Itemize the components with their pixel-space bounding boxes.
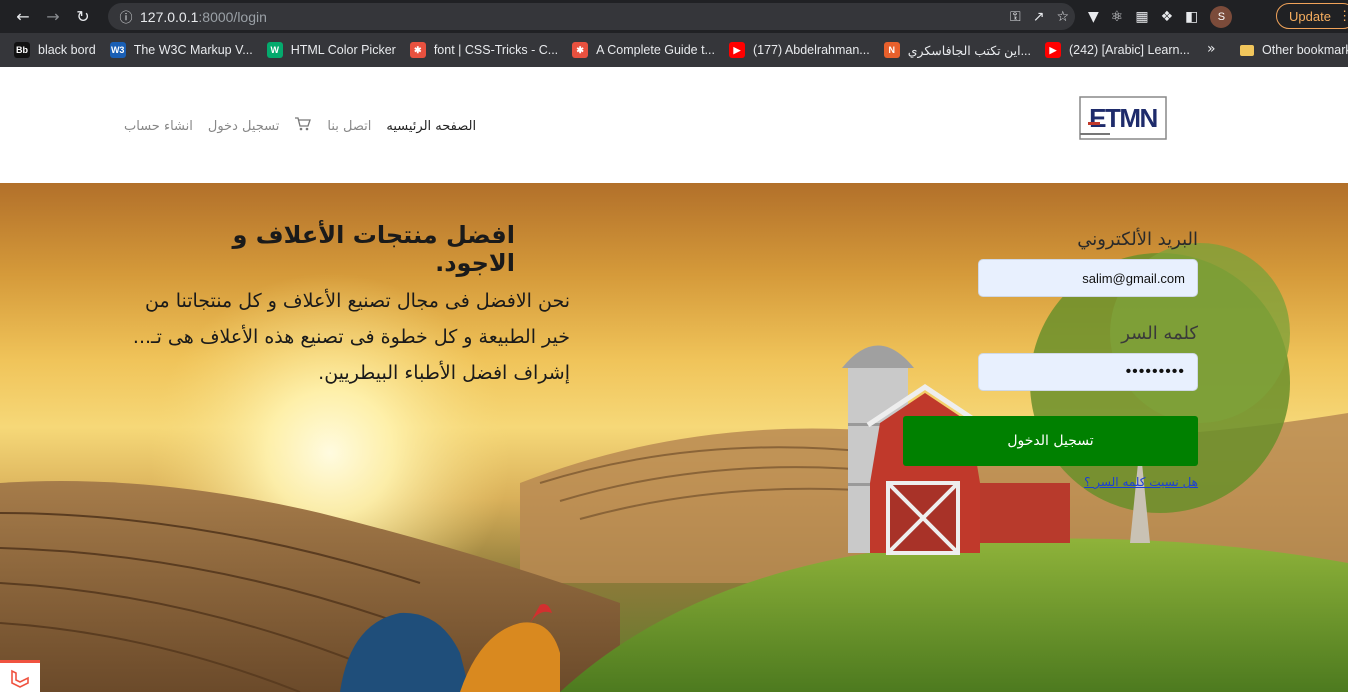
login-submit-button[interactable]: تسجيل الدخول [903,416,1198,466]
vuejs-extension-icon[interactable]: ▼ [1088,9,1099,25]
main-nav: انشاء حساب تسجيل دخول اتصل بنا الصفحه ال… [124,116,476,136]
bookmark-label: The W3C Markup V... [133,43,253,57]
password-label: كلمه السر [1121,323,1198,344]
url-path: :8000/login [198,8,267,25]
bookmark-label: اين تكتب الجافاسكري... [907,43,1031,58]
bookmark-item[interactable]: W3 The W3C Markup V... [109,42,253,58]
menu-dots-icon: ⋮ [1338,8,1348,23]
site-header: انشاء حساب تسجيل دخول اتصل بنا الصفحه ال… [0,67,1348,183]
update-label: Update [1289,8,1331,24]
bookmark-favicon-icon: ✱ [409,42,426,58]
bookmark-label: A Complete Guide t... [596,43,715,57]
bookmark-favicon-icon: ✱ [572,42,589,58]
bookmark-item[interactable]: ✱ font | CSS-Tricks - C... [409,42,559,58]
key-icon[interactable]: ⚿ [1010,9,1021,25]
forward-icon[interactable]: → [38,2,68,32]
password-field[interactable] [978,353,1198,391]
other-bookmarks-label: Other bookmarks [1262,43,1348,57]
extension-icon[interactable]: ▦ [1135,9,1148,25]
bookmark-favicon-icon: Bb [14,42,30,58]
puzzle-extensions-icon[interactable]: ❖ [1161,9,1174,25]
bookmark-label: (177) Abdelrahman... [752,43,870,57]
react-extension-icon[interactable]: ⚛ [1111,9,1124,25]
browser-toolbar: ← → ↻ ⓘ 127.0.0.1:8000/login ⚿ ↗ ☆ ▼ ⚛ ▦… [0,0,1348,33]
bookmark-favicon-icon: W3 [109,42,126,58]
forgot-password-link[interactable]: هل نسيت كلمه السر ؟ [1060,475,1198,489]
share-icon[interactable]: ↗ [1033,9,1045,25]
hero-description: نحن الافضل فى مجال تصنيع الأعلاف و كل من… [132,290,570,384]
bookmark-favicon-icon: N [883,42,900,58]
laravel-logo-icon[interactable] [0,660,40,692]
address-bar[interactable]: ⓘ 127.0.0.1:8000/login ⚿ ↗ ☆ [108,3,1075,30]
nav-login[interactable]: تسجيل دخول [208,119,280,134]
bookmarks-overflow-icon[interactable]: » [1207,41,1216,57]
bookmark-label: HTML Color Picker [290,43,396,57]
bookmark-item[interactable]: W HTML Color Picker [266,42,396,58]
bookmark-favicon-icon: ▶ [1044,42,1061,58]
hero-section: افضل منتجات الأعلاف و الاجود. نحن الافضل… [0,183,1348,692]
svg-text:ETMN: ETMN [1089,103,1157,133]
hero-title: افضل منتجات الأعلاف و الاجود. [232,221,515,277]
nav-contact[interactable]: اتصل بنا [327,119,371,134]
bookmark-label: font | CSS-Tricks - C... [433,43,559,57]
bookmark-item[interactable]: ▶ (242) [Arabic] Learn... [1044,42,1190,58]
folder-icon [1240,44,1254,56]
url-host: 127.0.0.1 [140,8,199,25]
email-field[interactable] [978,259,1198,297]
reload-icon[interactable]: ↻ [68,2,98,32]
nav-register[interactable]: انشاء حساب [124,119,193,134]
back-icon[interactable]: ← [8,2,38,32]
bookmark-item[interactable]: ▶ (177) Abdelrahman... [728,42,870,58]
bookmark-item[interactable]: ✱ A Complete Guide t... [572,42,715,58]
bookmark-label: (242) [Arabic] Learn... [1068,43,1190,57]
update-button[interactable]: Update ⋮ [1276,3,1348,29]
bookmark-favicon-icon: W [266,42,283,58]
bookmark-item[interactable]: N اين تكتب الجافاسكري... [883,42,1031,58]
email-label: البريد الألكتروني [1077,229,1198,250]
site-logo[interactable]: ETMN [1079,95,1167,143]
bookmark-star-icon[interactable]: ☆ [1056,9,1069,25]
bookmark-favicon-icon: ▶ [728,42,745,58]
bookmark-item[interactable]: Bb black bord [14,42,96,58]
bookmarks-bar: Bb black bord W3 The W3C Markup V... W HTML C… [0,33,1348,67]
side-panel-icon[interactable]: ◧ [1185,9,1198,25]
nav-home[interactable]: الصفحه الرئيسيه [386,119,476,134]
cart-icon[interactable] [294,116,312,136]
bookmark-label: black bord [38,43,96,57]
site-info-icon[interactable]: ⓘ [112,7,140,26]
other-bookmarks[interactable]: Other bookmarks [1240,33,1348,67]
profile-avatar[interactable]: S [1210,5,1233,28]
